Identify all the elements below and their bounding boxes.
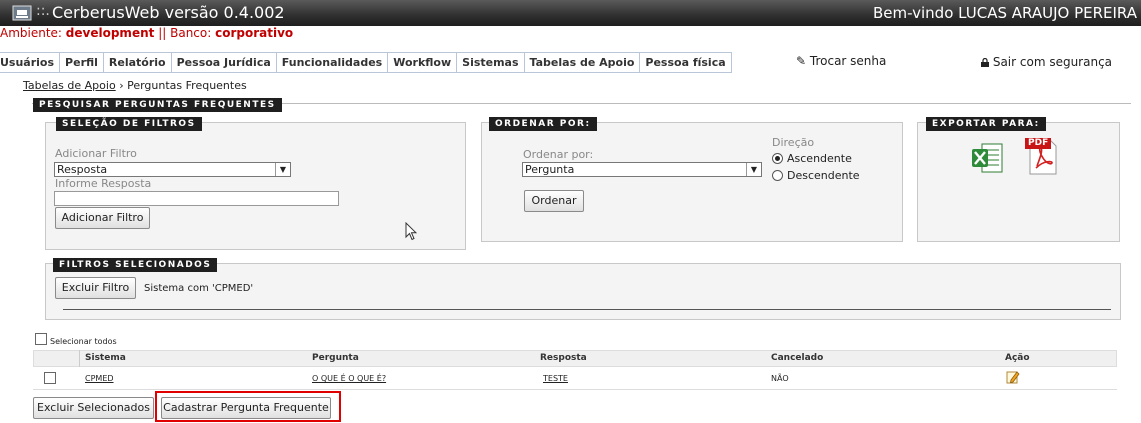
column-header-acao: Ação xyxy=(1005,353,1030,363)
cell-pergunta: O QUE É O QUE É? xyxy=(312,373,386,385)
lock-icon xyxy=(981,57,989,67)
cell-resposta: TESTE xyxy=(543,373,568,385)
ascending-radio[interactable] xyxy=(772,153,783,164)
export-title: EXPORTAR PARA: xyxy=(926,117,1046,131)
filter-select[interactable]: Resposta ▼ xyxy=(54,162,291,177)
env-label: Ambiente: xyxy=(0,26,62,40)
column-divider xyxy=(79,350,80,367)
env-divider: || xyxy=(158,26,167,40)
order-by-value: Pergunta xyxy=(525,163,575,176)
order-button[interactable]: Ordenar xyxy=(524,190,584,212)
order-box xyxy=(481,122,903,242)
logout-link[interactable]: Sair com segurança xyxy=(981,55,1112,69)
key-icon: ✎ xyxy=(796,54,807,68)
direction-label: Direção xyxy=(772,136,815,149)
filter-select-value: Resposta xyxy=(57,163,108,176)
export-box xyxy=(917,122,1120,242)
add-filter-label: Adicionar Filtro xyxy=(55,147,137,160)
select-all-checkbox[interactable] xyxy=(35,333,47,345)
answer-input-label: Informe Resposta xyxy=(55,177,152,190)
search-section-title: PESQUISAR PERGUNTAS FREQUENTES xyxy=(33,98,282,112)
logout-label: Sair com segurança xyxy=(992,55,1113,69)
db-value: corporativo xyxy=(215,26,294,40)
title-separator: ::. xyxy=(36,3,50,19)
menu-item-usuarios[interactable]: Usuários xyxy=(0,53,61,72)
main-menu: Usuários Perfil Relatório Pessoa Jurídic… xyxy=(0,52,732,73)
breadcrumb-separator: › xyxy=(119,79,124,92)
menu-item-perfil[interactable]: Perfil xyxy=(60,53,104,72)
change-password-label: Trocar senha xyxy=(809,54,887,68)
breadcrumb-current: Perguntas Frequentes xyxy=(127,79,247,92)
top-bar: ::. CerberusWeb versão 0.4.002 Bem-vindo… xyxy=(0,0,1141,26)
order-title: ORDENAR POR: xyxy=(489,117,597,131)
env-value: development xyxy=(65,26,155,40)
pergunta-link[interactable]: O QUE É O QUE É? xyxy=(312,374,386,383)
app-logo-icon xyxy=(12,5,32,21)
menu-item-pessoa-fisica[interactable]: Pessoa física xyxy=(640,53,732,72)
environment-info: Ambiente: development || Banco: corporat… xyxy=(0,26,293,40)
breadcrumb: Tabelas de Apoio › Perguntas Frequentes xyxy=(23,79,247,92)
filter-selection-title: SELEÇÃO DE FILTROS xyxy=(56,117,202,131)
table-row xyxy=(33,368,1117,390)
menu-item-relatorio[interactable]: Relatório xyxy=(104,53,172,72)
column-header-resposta[interactable]: Resposta xyxy=(540,351,587,366)
divider xyxy=(63,309,1111,310)
answer-input[interactable] xyxy=(54,191,339,206)
menu-item-pessoa-juridica[interactable]: Pessoa Jurídica xyxy=(172,53,277,72)
column-header-pergunta[interactable]: Pergunta xyxy=(312,351,359,366)
register-faq-button[interactable]: Cadastrar Pergunta Frequente xyxy=(161,397,331,419)
ascending-label: Ascendente xyxy=(787,152,852,165)
welcome-text: Bem-vindo LUCAS ARAUJO PEREIRA xyxy=(872,4,1137,22)
column-header-cancelado[interactable]: Cancelado xyxy=(771,351,823,366)
descending-label: Descendente xyxy=(787,169,860,182)
menu-item-funcionalidades[interactable]: Funcionalidades xyxy=(277,53,389,72)
column-header-sistema[interactable]: Sistema xyxy=(85,351,126,366)
resposta-link[interactable]: TESTE xyxy=(543,374,568,383)
change-password-link[interactable]: ✎ Trocar senha xyxy=(796,54,886,68)
menu-item-sistemas[interactable]: Sistemas xyxy=(457,53,525,72)
mouse-cursor-icon xyxy=(405,222,417,241)
sistema-link[interactable]: CPMED xyxy=(85,374,114,383)
menu-item-tabelas-de-apoio[interactable]: Tabelas de Apoio xyxy=(525,53,641,72)
add-filter-button[interactable]: Adicionar Filtro xyxy=(55,207,150,229)
row-checkbox[interactable] xyxy=(44,372,56,384)
excel-export-icon[interactable] xyxy=(970,141,1004,175)
select-all-label: Selecionar todos xyxy=(50,337,117,346)
order-by-label: Ordenar por: xyxy=(523,148,594,161)
menu-item-workflow[interactable]: Workflow xyxy=(388,53,458,72)
pdf-badge: PDF xyxy=(1025,138,1052,149)
breadcrumb-parent[interactable]: Tabelas de Apoio xyxy=(23,79,116,92)
cell-cancelado: NÃO xyxy=(771,374,789,383)
cell-sistema: CPMED xyxy=(85,373,114,385)
app-title: CerberusWeb versão 0.4.002 xyxy=(52,3,285,22)
dropdown-arrow-icon: ▼ xyxy=(275,163,290,176)
order-by-select[interactable]: Pergunta ▼ xyxy=(522,162,762,177)
dropdown-arrow-icon: ▼ xyxy=(746,163,761,176)
db-label: Banco: xyxy=(170,26,212,40)
selected-filters-title: FILTROS SELECIONADOS xyxy=(53,258,218,272)
delete-selected-button[interactable]: Excluir Selecionados xyxy=(33,397,154,419)
descending-radio[interactable] xyxy=(772,170,783,181)
edit-icon[interactable] xyxy=(1006,370,1020,384)
remove-filter-button[interactable]: Excluir Filtro xyxy=(55,277,136,299)
selected-filter-text: Sistema com 'CPMED' xyxy=(144,283,254,294)
